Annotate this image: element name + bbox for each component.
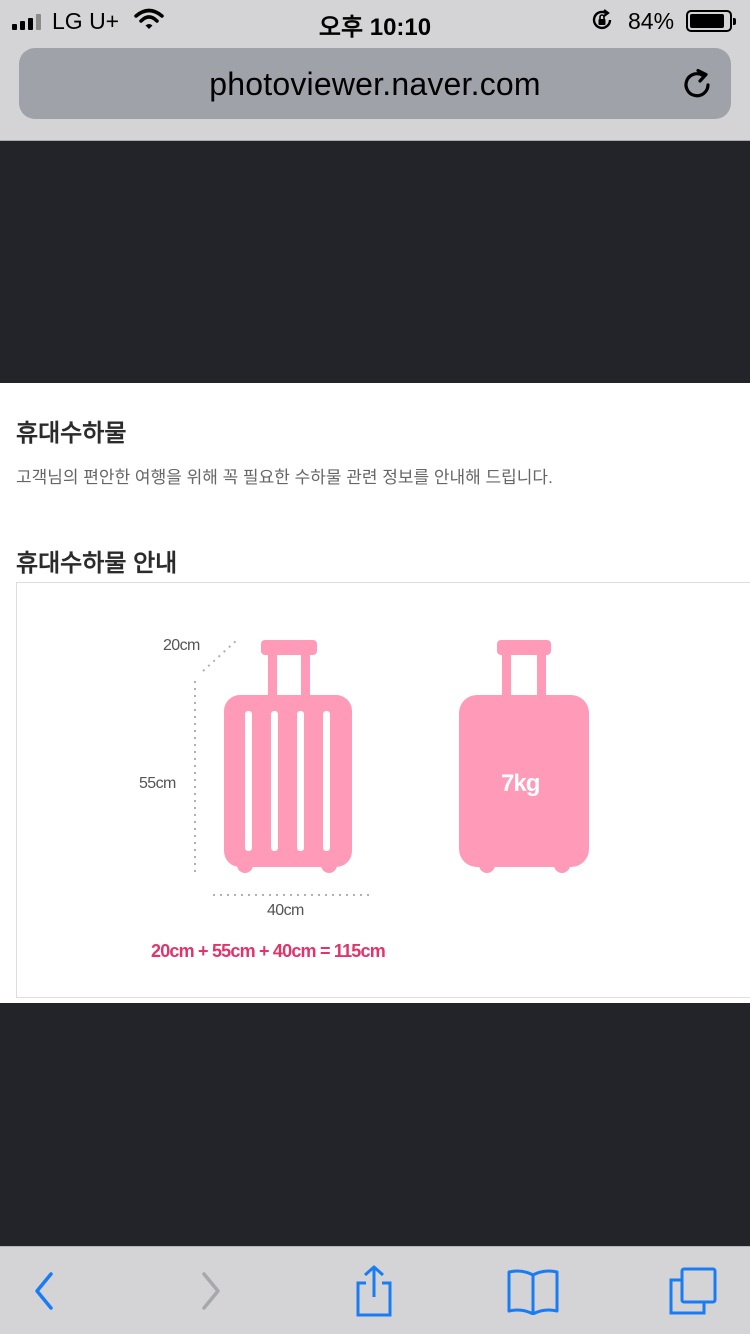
photo-viewer-background-bottom (0, 1003, 750, 1246)
share-button[interactable] (346, 1265, 402, 1317)
luggage-illustration (194, 639, 589, 896)
bookmarks-icon[interactable] (506, 1267, 560, 1315)
depth-dimension-line (202, 639, 238, 672)
striped-suitcase-icon (224, 640, 352, 873)
status-bar: LG U+ 오후 10:10 84% (0, 0, 750, 41)
reload-icon[interactable] (681, 68, 715, 102)
photo-viewer-background (0, 141, 750, 383)
tabs-icon[interactable] (667, 1266, 719, 1316)
tabs-button[interactable] (665, 1265, 721, 1317)
forward-icon[interactable] (198, 1270, 224, 1312)
section-description: 고객님의 편안한 여행을 위해 꼭 필요한 수하물 관련 정보를 안내해 드립니… (16, 468, 553, 487)
baggage-guide-diagram: 20cm 55cm 40cm 7kg 20cm + 55cm + 40cm = … (16, 582, 750, 998)
back-button[interactable] (16, 1265, 72, 1317)
url-text[interactable]: photoviewer.naver.com (19, 66, 731, 103)
width-label: 40cm (267, 902, 304, 919)
dimension-formula: 20cm + 55cm + 40cm = 115cm (151, 941, 386, 961)
url-field[interactable]: photoviewer.naver.com (19, 48, 731, 119)
address-bar: photoviewer.naver.com (0, 40, 750, 141)
depth-label: 20cm (163, 637, 200, 654)
weight-label: 7kg (501, 770, 540, 797)
battery-percent: 84% (628, 8, 675, 34)
orientation-lock-icon (592, 9, 612, 30)
back-icon[interactable] (31, 1270, 57, 1312)
guide-title: 휴대수하물 안내 (16, 550, 178, 577)
baggage-info-card: 휴대수하물 고객님의 편안한 여행을 위해 꼭 필요한 수하물 관련 정보를 안… (0, 383, 750, 1003)
share-icon[interactable] (352, 1265, 396, 1317)
forward-button[interactable] (183, 1265, 239, 1317)
battery-icon (686, 10, 736, 32)
height-label: 55cm (139, 775, 176, 792)
browser-toolbar (0, 1246, 750, 1334)
section-title: 휴대수하물 (16, 420, 127, 447)
plain-suitcase-icon (459, 640, 589, 873)
bookmarks-button[interactable] (505, 1265, 561, 1317)
